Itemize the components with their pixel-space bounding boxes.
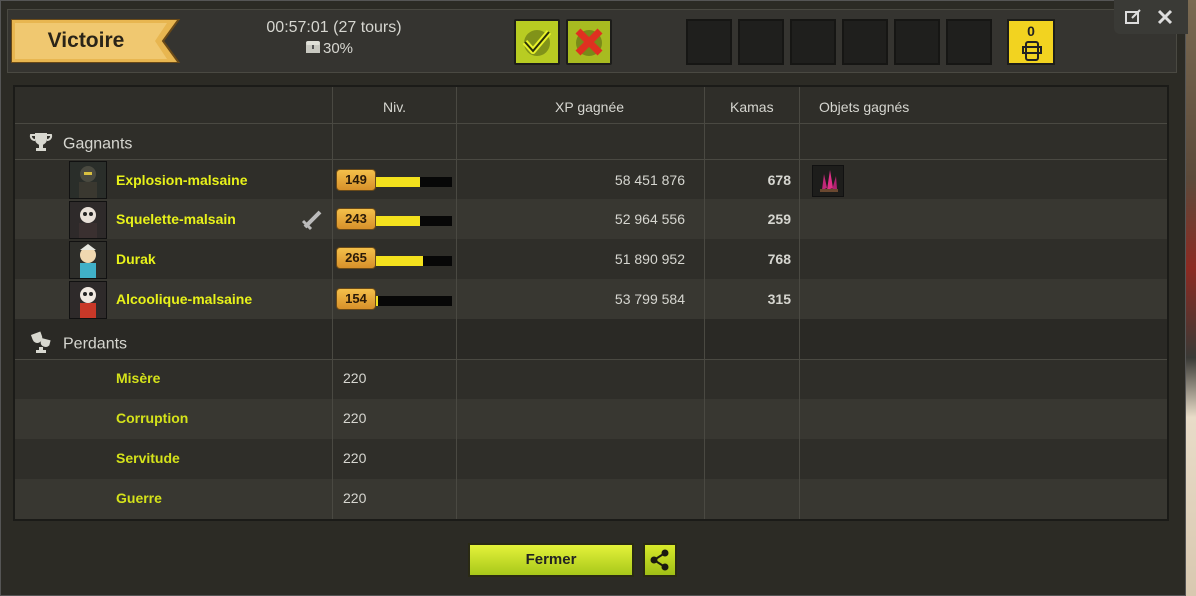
avatar — [69, 201, 107, 239]
cross-icon — [575, 28, 603, 56]
xp-bar — [376, 177, 452, 187]
results-table: Niv. XP gagnée Kamas Objets gagnés Gagna… — [13, 85, 1169, 521]
broken-trophy-icon — [29, 331, 53, 358]
column-divider — [704, 87, 705, 519]
monster-level: 220 — [343, 490, 367, 506]
won-item[interactable] — [812, 165, 844, 197]
column-header-level[interactable]: Niv. — [383, 99, 406, 115]
result-label: Victoire — [47, 29, 125, 52]
losers-label: Perdants — [63, 335, 128, 353]
trophy-icon — [29, 132, 53, 157]
column-divider — [456, 87, 457, 519]
detach-icon[interactable] — [1122, 6, 1144, 28]
accept-button[interactable] — [514, 19, 560, 65]
player-name: Alcoolique-malsaine — [116, 291, 253, 307]
monster-level: 220 — [343, 450, 367, 466]
kamas-gained: 315 — [767, 291, 791, 307]
row-background — [15, 319, 1167, 359]
column-header-items[interactable]: Objets gagnés — [819, 99, 909, 115]
window-controls — [1114, 0, 1188, 34]
xp-bar-fill — [376, 256, 424, 266]
idol-badge[interactable]: 0 — [1007, 19, 1055, 65]
xp-bar — [376, 296, 452, 306]
column-divider — [799, 87, 800, 519]
reward-slot — [686, 19, 732, 65]
level-badge: 265 — [336, 247, 376, 269]
reward-slot — [738, 19, 784, 65]
monster-name: Misère — [116, 370, 161, 386]
winners-label: Gagnants — [63, 135, 133, 153]
chest-bonus: 30% — [305, 40, 353, 58]
level-badge: 154 — [336, 288, 376, 310]
xp-bar-fill — [376, 296, 378, 306]
column-header-kamas[interactable]: Kamas — [730, 99, 774, 115]
xp-bar-fill — [376, 177, 421, 187]
check-icon — [522, 30, 552, 56]
player-name: Durak — [116, 251, 156, 267]
player-name: Squelette-malsain — [116, 211, 236, 227]
divider — [15, 159, 1167, 160]
xp-gained: 51 890 952 — [614, 251, 685, 267]
chest-percent: 30% — [323, 40, 354, 57]
xp-gained: 58 451 876 — [614, 172, 685, 188]
kamas-gained: 259 — [767, 211, 791, 227]
level-badge: 149 — [336, 169, 376, 191]
winners-section: Gagnants — [29, 132, 132, 157]
reject-button[interactable] — [566, 19, 612, 65]
monster-level: 220 — [343, 370, 367, 386]
close-icon[interactable] — [1154, 6, 1176, 28]
result-ribbon: Victoire — [11, 19, 181, 63]
losers-section: Perdants — [29, 331, 127, 358]
monster-name: Guerre — [116, 490, 162, 506]
share-icon — [650, 549, 669, 571]
xp-gained: 53 799 584 — [614, 291, 685, 307]
xp-bar — [376, 256, 452, 266]
monster-level: 220 — [343, 410, 367, 426]
row-background — [15, 479, 1167, 519]
reward-slot — [946, 19, 992, 65]
xp-bar — [376, 216, 452, 226]
sword-icon — [301, 210, 322, 231]
share-button[interactable] — [643, 543, 677, 577]
avatar — [69, 281, 107, 319]
column-header-xp[interactable]: XP gagnée — [555, 99, 624, 115]
idol-icon — [1022, 41, 1042, 61]
fight-timer: 00:57:01 (27 tours) — [266, 19, 402, 36]
divider — [15, 359, 1167, 360]
xp-gained: 52 964 556 — [614, 211, 685, 227]
column-divider — [332, 87, 333, 519]
kamas-gained: 768 — [767, 251, 791, 267]
reward-slot — [842, 19, 888, 65]
reward-slot — [790, 19, 836, 65]
divider — [15, 123, 1167, 124]
fight-result-window: Victoire 00:57:01 (27 tours) 30% 0 Niv. … — [0, 0, 1186, 596]
close-button[interactable]: Fermer — [468, 543, 634, 577]
monster-name: Servitude — [116, 450, 180, 466]
reward-slot — [894, 19, 940, 65]
player-name: Explosion-malsaine — [116, 172, 248, 188]
xp-bar-fill — [376, 216, 421, 226]
badge-count: 0 — [1027, 23, 1035, 39]
avatar — [69, 161, 107, 199]
kamas-gained: 678 — [767, 172, 791, 188]
level-badge: 243 — [336, 208, 376, 230]
crystal-icon — [820, 170, 838, 192]
chest-icon — [305, 40, 321, 58]
monster-name: Corruption — [116, 410, 189, 426]
avatar — [69, 241, 107, 279]
